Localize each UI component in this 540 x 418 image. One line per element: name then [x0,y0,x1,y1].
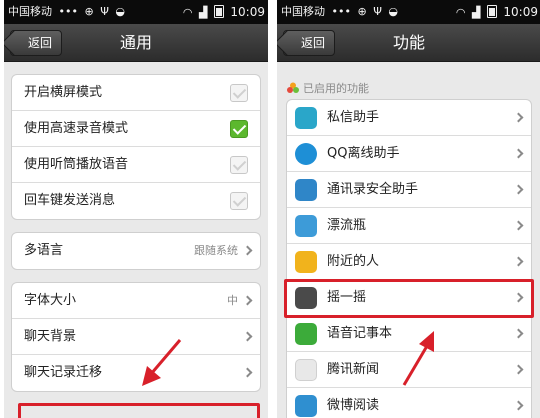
phone-screen-general: 中国移动 ••• ⊕ Ψ ◒ ◠ ▟ 10:09 通用 返回 开启横屏模式 使用… [4,0,268,418]
annotation-arrow [142,339,182,386]
phone-screen-features: 中国移动 ••• ⊕ Ψ ◒ ◠ ▟ 10:09 功能 返回 已启用的功能 私信… [277,0,540,418]
annotation-arrow [402,331,434,386]
